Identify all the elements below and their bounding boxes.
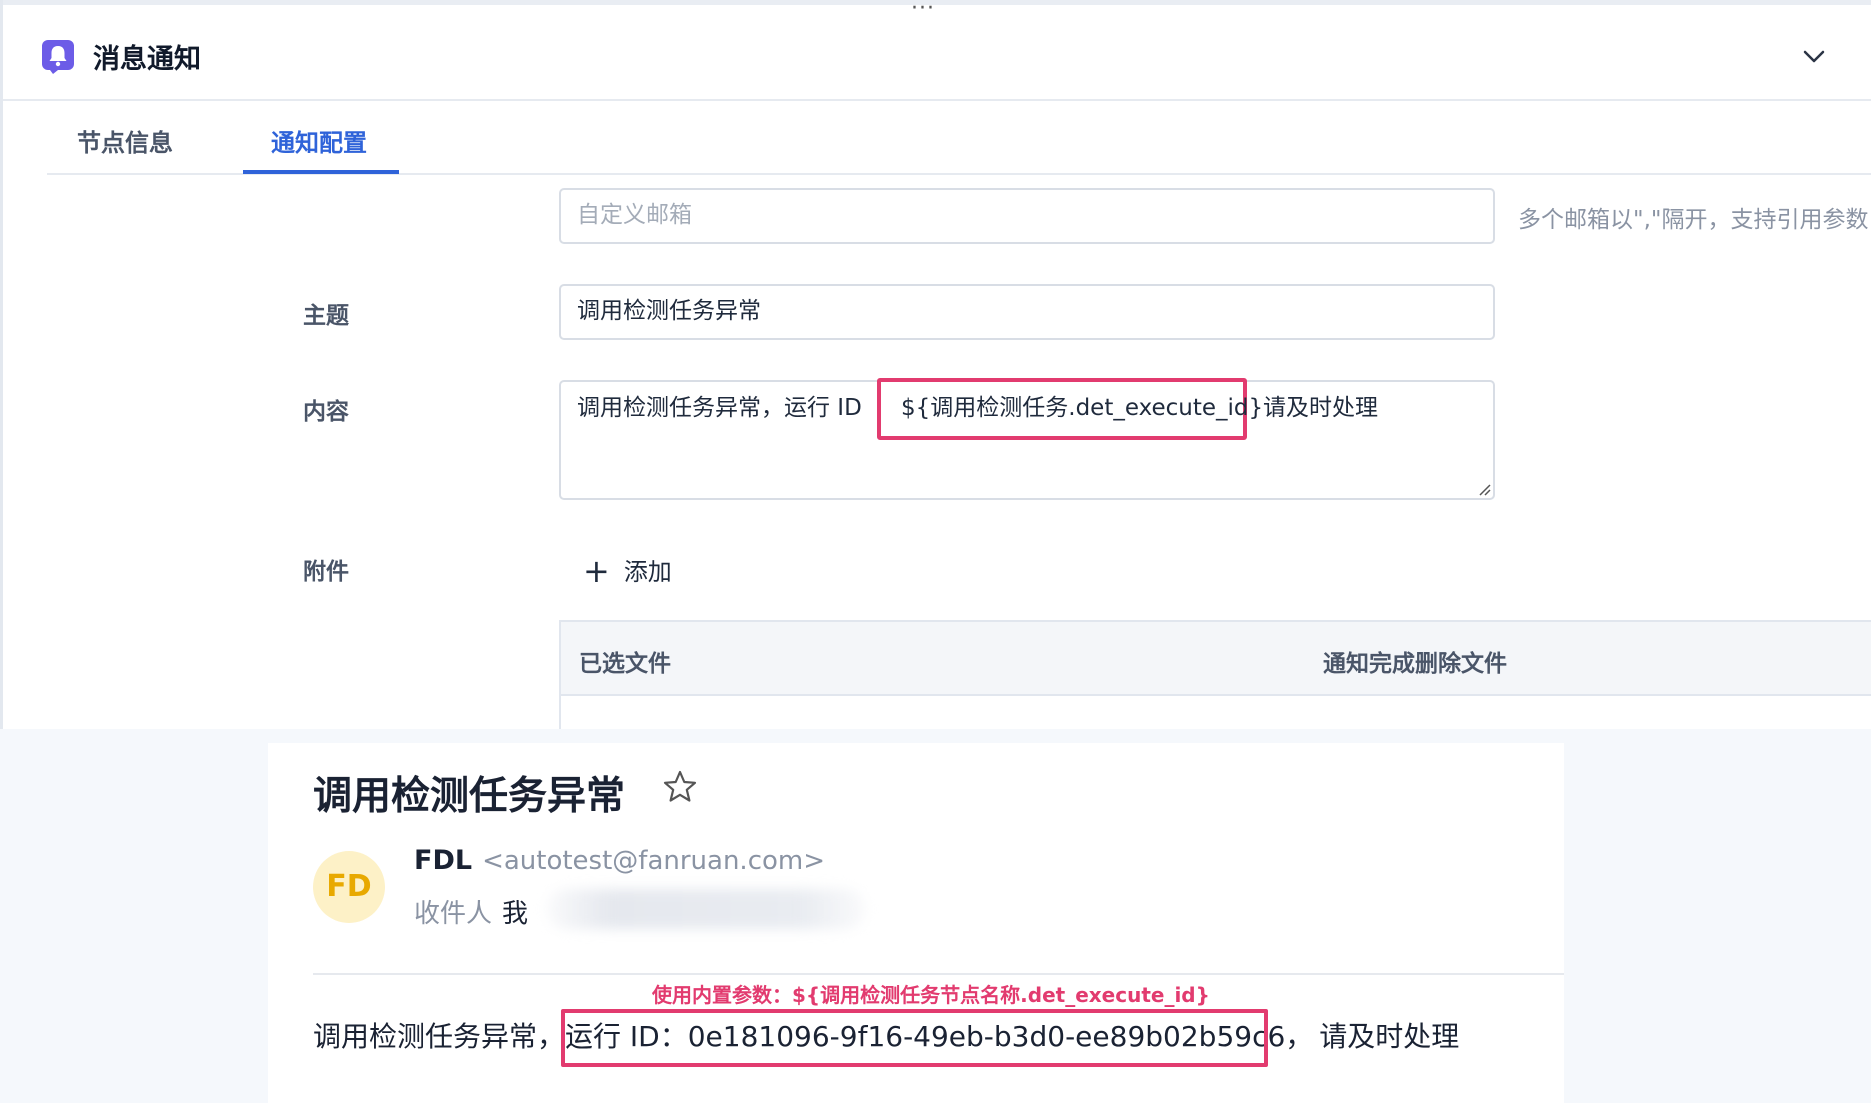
active-tab-indicator	[243, 170, 399, 174]
sender-avatar: FD	[313, 851, 385, 923]
content-variable: ${调用检测任务.det_execute_id}	[901, 395, 1264, 421]
attachment-label: 附件	[303, 559, 349, 585]
panel-title: 消息通知	[93, 44, 201, 75]
file-table-header: 已选文件 通知完成删除文件	[561, 622, 1871, 696]
blurred-recipient	[546, 889, 866, 929]
sender-line: FDL <autotest@fanruan.com>	[414, 845, 825, 876]
email-subject: 调用检测任务异常	[313, 774, 626, 819]
tab-notification-config[interactable]: 通知配置	[271, 123, 367, 158]
column-delete-after-notify: 通知完成删除文件	[1323, 651, 1507, 677]
sender-email[interactable]: <autotest@fanruan.com>	[482, 846, 825, 876]
content-prefix: 调用检测任务异常，运行 ID	[577, 395, 862, 421]
plus-icon: +	[583, 552, 610, 590]
email-preview: 调用检测任务异常 FD FDL <autotest@fanruan.com> 收件…	[268, 743, 1564, 1103]
content-suffix: 请及时处理	[1263, 395, 1378, 421]
add-attachment-button[interactable]: + 添加	[583, 550, 672, 590]
content-label: 内容	[303, 399, 349, 425]
content-textarea[interactable]: 调用检测任务异常，运行 ID ${调用检测任务.det_execute_id} …	[559, 378, 1495, 500]
tab-node-info[interactable]: 节点信息	[77, 123, 173, 158]
star-icon[interactable]	[660, 767, 700, 807]
subject-input[interactable]: 调用检测任务异常	[559, 284, 1495, 340]
add-label: 添加	[623, 558, 672, 586]
body-suffix: 请及时处理	[1319, 1020, 1460, 1053]
run-id-highlight-box	[561, 1009, 1268, 1067]
custom-email-input[interactable]: 自定义邮箱	[559, 188, 1495, 244]
sender-name: FDL	[414, 845, 473, 876]
panel-header: 消息通知	[3, 5, 1871, 101]
recipient-label: 收件人	[414, 899, 493, 929]
subject-label: 主题	[303, 303, 349, 329]
notification-panel: ··· 消息通知 节点信息 通知配置 自定义邮箱 多个邮箱以","隔开，支持引用…	[0, 0, 1871, 729]
resize-handle-icon[interactable]	[1475, 480, 1491, 496]
email-divider	[313, 973, 1564, 975]
chevron-down-icon[interactable]	[1799, 41, 1829, 71]
email-hint: 多个邮箱以","隔开，支持引用参数	[1518, 207, 1869, 233]
body-prefix: 调用检测任务异常，	[313, 1020, 566, 1053]
file-table: 已选文件 通知完成删除文件	[559, 620, 1871, 729]
recipient-line: 收件人我	[414, 893, 528, 930]
column-selected-files: 已选文件	[579, 651, 671, 677]
recipient-value: 我	[502, 899, 529, 929]
bell-icon	[42, 40, 74, 74]
annotation-text: 使用内置参数：${调用检测任务节点名称.det_execute_id}	[652, 983, 1210, 1007]
tab-bar: 节点信息 通知配置	[47, 101, 1871, 175]
